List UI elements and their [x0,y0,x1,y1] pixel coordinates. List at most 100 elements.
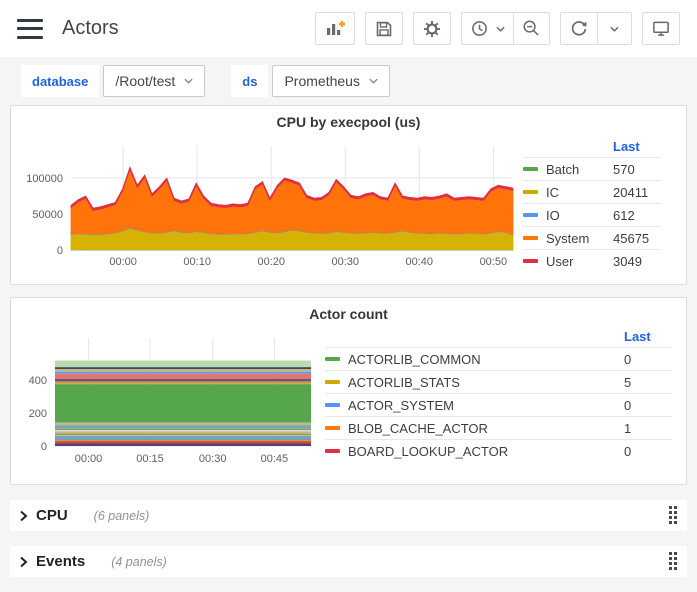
add-panel-icon [324,19,346,39]
template-variables-row: database /Root/test ds Prometheus [0,57,697,105]
legend-series-label[interactable]: System [546,231,613,246]
svg-text:00:30: 00:30 [331,256,359,268]
svg-text:00:50: 00:50 [480,256,508,268]
series-color-swatch[interactable] [325,449,340,453]
legend-row: BOARD_LOOKUP_ACTOR0 [325,439,672,462]
refresh-interval-button[interactable] [598,12,632,45]
row-events[interactable]: Events (4 panels) [10,546,687,577]
legend-series-value: 1 [624,421,672,436]
legend-series-label[interactable]: BLOB_CACHE_ACTOR [348,421,624,436]
legend-row: User3049 [523,249,661,272]
panel-title[interactable]: CPU by execpool (us) [11,106,686,134]
row-panel-count: (4 panels) [111,555,167,569]
legend-series-value: 612 [613,208,661,223]
series-color-swatch[interactable] [523,213,538,217]
legend-series-label[interactable]: ACTOR_SYSTEM [348,398,624,413]
time-range-picker-button[interactable] [461,12,514,45]
panel-cpu-by-execpool: CPU by execpool (us) 05000010000000:0000… [10,105,687,285]
legend-row: IC20411 [523,180,661,203]
chevron-right-icon [19,556,28,568]
series-color-swatch[interactable] [523,190,538,194]
legend-series-label[interactable]: ACTORLIB_COMMON [348,352,624,367]
svg-text:00:40: 00:40 [406,256,434,268]
legend-series-label[interactable]: BOARD_LOOKUP_ACTOR [348,444,624,459]
legend-series-value: 5 [624,375,672,390]
svg-text:00:20: 00:20 [257,256,285,268]
row-drag-handle-icon[interactable] [669,506,678,525]
legend-series-value: 0 [624,444,672,459]
dashboard-toolbar [315,12,680,45]
legend-series-value: 45675 [613,231,661,246]
series-color-swatch[interactable] [325,380,340,384]
row-panel-count: (6 panels) [94,509,150,523]
series-color-swatch[interactable] [325,357,340,361]
series-color-swatch[interactable] [523,167,538,171]
series-color-swatch[interactable] [523,236,538,240]
actor-count-legend: Last ACTORLIB_COMMON0ACTORLIB_STATS5ACTO… [325,326,672,462]
svg-text:100000: 100000 [26,173,63,185]
series-color-swatch[interactable] [325,426,340,430]
series-color-swatch[interactable] [325,403,340,407]
svg-text:00:30: 00:30 [199,453,227,465]
monitor-icon [651,19,671,38]
legend-series-value: 570 [613,162,661,177]
row-cpu[interactable]: CPU (6 panels) [10,500,687,531]
variable-dropdown-database[interactable]: /Root/test [103,65,205,97]
svg-text:00:00: 00:00 [75,453,103,465]
legend-series-value: 0 [624,352,672,367]
legend-row: IO612 [523,203,661,226]
menu-toggle-button[interactable] [17,19,43,39]
panel-title[interactable]: Actor count [11,298,686,326]
variable-label-database: database [21,65,99,97]
cycle-view-mode-button[interactable] [642,12,680,45]
hamburger-icon [17,19,43,22]
variable-value-database: /Root/test [115,73,175,89]
variable-dropdown-ds[interactable]: Prometheus [272,65,389,97]
chevron-down-icon [610,26,619,32]
legend-last-header[interactable]: Last [613,139,661,154]
panel-actor-count: Actor count 020040000:0000:1500:3000:45 … [10,297,687,485]
save-dashboard-button[interactable] [365,12,403,45]
svg-text:00:10: 00:10 [183,256,211,268]
variable-value-ds: Prometheus [284,73,359,89]
legend-row: ACTOR_SYSTEM0 [325,393,672,416]
dashboard-panels: CPU by execpool (us) 05000010000000:0000… [0,105,697,485]
add-panel-button[interactable] [315,12,355,45]
row-title[interactable]: CPU [36,507,68,524]
refresh-icon [569,19,589,39]
legend-series-label[interactable]: IC [546,185,613,200]
svg-text:400: 400 [29,375,47,387]
legend-series-label[interactable]: IO [546,208,613,223]
dashboard-title[interactable]: Actors [62,17,119,40]
svg-text:00:15: 00:15 [136,453,164,465]
dashboard-settings-button[interactable] [413,12,451,45]
cpu-execpool-chart[interactable]: 05000010000000:0000:1000:2000:3000:4000:… [11,134,523,282]
cpu-legend: Last Batch570IC20411IO612System45675User… [523,136,661,272]
svg-text:00:45: 00:45 [261,453,289,465]
chevron-right-icon [19,510,28,522]
legend-series-label[interactable]: User [546,254,613,269]
chevron-down-icon [496,26,505,32]
actor-count-chart[interactable]: 020040000:0000:1500:3000:45 [11,326,321,478]
series-color-swatch[interactable] [523,259,538,263]
legend-series-label[interactable]: Batch [546,162,613,177]
legend-row: BLOB_CACHE_ACTOR1 [325,416,672,439]
legend-series-value: 0 [624,398,672,413]
row-title[interactable]: Events [36,553,85,570]
legend-row: Batch570 [523,157,661,180]
save-icon [374,19,394,39]
gear-icon [422,19,442,39]
legend-series-value: 20411 [613,185,661,200]
refresh-button[interactable] [560,12,598,45]
row-drag-handle-icon[interactable] [669,552,678,571]
variable-label-ds: ds [231,65,268,97]
legend-row: System45675 [523,226,661,249]
clock-icon [470,19,489,38]
svg-text:50000: 50000 [32,209,63,221]
chevron-down-icon [369,78,378,84]
legend-series-label[interactable]: ACTORLIB_STATS [348,375,624,390]
zoom-out-time-button[interactable] [514,12,550,45]
legend-last-header[interactable]: Last [624,329,672,344]
dashboard-rows: CPU (6 panels) Events (4 panels) [0,500,697,577]
zoom-out-icon [522,19,541,38]
